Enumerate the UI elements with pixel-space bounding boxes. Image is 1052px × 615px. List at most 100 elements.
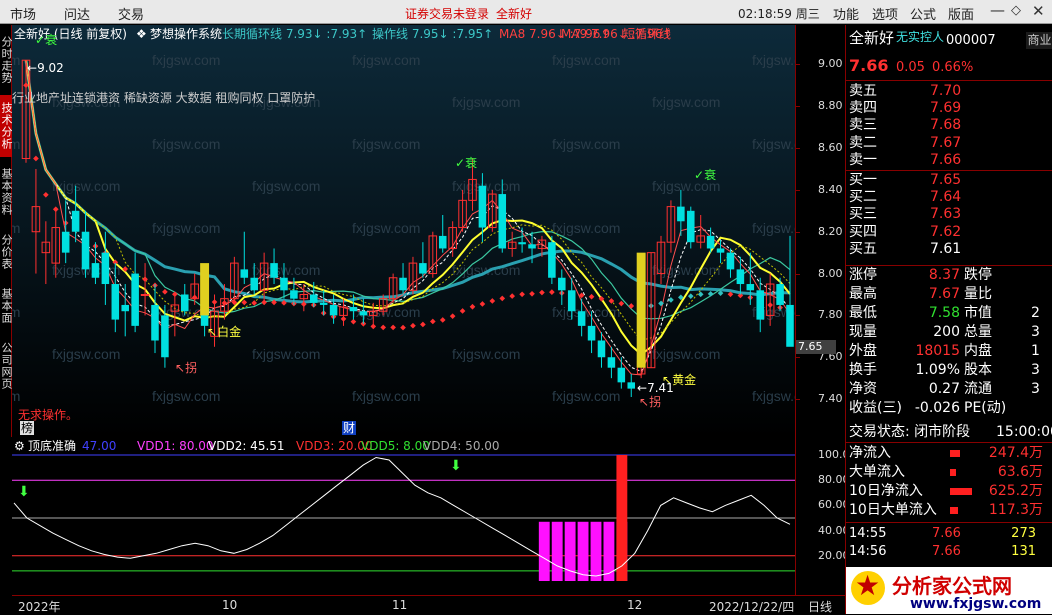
flow-label: 10日大单流入 xyxy=(849,502,937,518)
stat-value: 1.09% xyxy=(915,362,960,378)
bid-price: 7.62 xyxy=(930,223,962,240)
stat-value: 1 xyxy=(1031,343,1040,359)
ask-label: 卖五 xyxy=(849,83,877,99)
candle-body xyxy=(677,206,685,222)
candle-body xyxy=(438,235,447,249)
menu-options[interactable]: 选项 xyxy=(872,4,898,23)
system-name[interactable]: 梦想操作系统 xyxy=(150,27,222,41)
check-icon: ✓ xyxy=(694,168,705,182)
magenta-bar xyxy=(590,521,602,581)
no-operation-text: 无求操作。 xyxy=(18,408,79,422)
flow-value: 247.4万 xyxy=(988,445,1043,461)
arrow-icon: ↖ xyxy=(639,395,650,409)
tab-technical[interactable]: 技术分析 xyxy=(0,95,13,157)
main-chart[interactable]: fxjgsw.com fxjgsw.com fxjgsw.com fxjgsw.com… xyxy=(12,25,795,437)
watermark-text: fxjgsw.com xyxy=(152,52,220,68)
vdd2-line xyxy=(13,456,791,577)
menu-function[interactable]: 功能 xyxy=(833,4,859,23)
candle-body xyxy=(131,273,139,326)
stat-label: 跌停 xyxy=(964,267,992,283)
stat-value: 200 xyxy=(933,324,960,340)
candle-body xyxy=(597,340,606,358)
legend-item: 长期循环线 7.93↓ :7.93↑ xyxy=(222,27,368,41)
tab-basic-info[interactable]: 基本资料 xyxy=(0,161,13,223)
candle-body xyxy=(419,263,427,274)
tick-volume: 131 xyxy=(1011,544,1036,559)
tab-company-page[interactable]: 公司网页 xyxy=(0,335,13,397)
side-tabs: 分时走势 技术分析 基本资料 分价表 基本面 公司网页 xyxy=(0,25,13,437)
stat-label: 现量 xyxy=(849,324,877,340)
indicator-legend-item: VDD1: 80.00 xyxy=(137,439,214,453)
indicator-settings-icon[interactable]: ⚙ xyxy=(14,439,25,453)
watermark-text: fxjgsw.com xyxy=(52,346,120,362)
candle-body xyxy=(111,284,120,320)
cai-badge: 财 xyxy=(342,421,357,435)
menu-market[interactable]: 市场 xyxy=(10,4,36,23)
stat-value: 3 xyxy=(1031,324,1040,340)
bid-label: 买一 xyxy=(849,172,877,188)
stat-value: 0.27 xyxy=(928,381,960,397)
y-tick-mark xyxy=(796,357,800,359)
tick-volume: 273 xyxy=(1011,526,1036,541)
menu-layout[interactable]: 版面 xyxy=(948,4,974,23)
decline-label-1: ✓衰 xyxy=(35,33,58,47)
watermark-text: fxjgsw.com xyxy=(152,388,220,404)
menu-formula[interactable]: 公式 xyxy=(910,4,936,23)
decline-label-3: ✓衰 xyxy=(694,168,717,182)
tab-intraday[interactable]: 分时走势 xyxy=(0,29,13,91)
magenta-bar xyxy=(603,521,615,581)
watermark-text: fxjgsw.com xyxy=(452,346,520,362)
minimize-icon[interactable]: — xyxy=(990,1,1005,19)
candle-body xyxy=(627,382,636,389)
y-tick-mark xyxy=(796,399,800,401)
baijin-label: ↖白金 xyxy=(207,325,242,339)
date-label: 12 xyxy=(627,598,643,612)
candle-body xyxy=(240,269,249,278)
logo-text: 分析家公式网 xyxy=(892,574,1012,598)
ask-price: 7.67 xyxy=(930,134,962,151)
candle-body xyxy=(567,290,576,312)
y-tick: 9.00 xyxy=(818,57,843,71)
period-label[interactable]: 日线 xyxy=(808,598,832,615)
candle-body xyxy=(577,311,586,326)
stock-code: 000007 xyxy=(946,33,996,48)
candle-body xyxy=(786,304,794,347)
decline-label-2: ✓衰 xyxy=(455,156,478,170)
menu-wenda[interactable]: 问达 xyxy=(64,4,90,23)
check-icon: ✓ xyxy=(35,33,46,47)
bang-badge: 榜 xyxy=(20,421,35,435)
maximize-icon[interactable]: ◇ xyxy=(1011,3,1021,18)
indicator-panel[interactable]: ⚙ 顶底准确 47.00 VDD1: 80.00 VDD2: 45.51 VDD3: … xyxy=(12,437,795,595)
watermark-text: fxjgsw.com xyxy=(752,136,795,152)
tab-price-table[interactable]: 分价表 xyxy=(0,227,13,277)
stat-label: 换手 xyxy=(849,362,877,378)
guai-label-2: ↖拐 xyxy=(639,395,662,409)
watermark-text: fxjgsw.com xyxy=(12,388,20,404)
order-book: 卖五 7.70 卖四 7.69 卖三 7.68 卖二 7.67 卖一 7.66 买一 7.65 买二 7.… xyxy=(846,80,1052,260)
watermark-text: fxjgsw.com xyxy=(552,388,620,404)
tick-list: 14:55 7.66 273 14:56 7.66 131 xyxy=(846,522,1052,562)
flow-bar xyxy=(950,488,972,495)
stat-value: 7.67 xyxy=(928,286,960,302)
clock: 02:18:59 周三 xyxy=(738,7,820,21)
tab-fundamentals[interactable]: 基本面 xyxy=(0,281,13,331)
menu-trade[interactable]: 交易 xyxy=(118,4,144,23)
logo-star-icon: ★ xyxy=(851,569,885,605)
indicator-legend-item: 47.00 xyxy=(82,439,117,453)
indicator-title[interactable]: 顶底准确 xyxy=(28,439,76,453)
login-warning[interactable]: 证券交易未登录 xyxy=(405,5,489,22)
candle-body xyxy=(250,277,258,291)
watermark-text: fxjgsw.com xyxy=(152,220,220,236)
candle-body xyxy=(617,367,626,383)
guai-label-1: ↖拐 xyxy=(175,361,198,375)
close-icon[interactable]: ✕ xyxy=(1032,2,1045,20)
candle-body xyxy=(706,235,715,249)
date-label: 10 xyxy=(222,598,238,612)
watermark-text: fxjgsw.com xyxy=(452,94,520,110)
tick-price: 7.66 xyxy=(932,526,961,541)
candle-body xyxy=(61,231,70,253)
side-tab[interactable]: 商业 xyxy=(1026,32,1052,49)
system-icon: ❖ xyxy=(136,27,147,41)
low-price-label: ←7.41 xyxy=(637,381,674,395)
flow-label: 净流入 xyxy=(849,445,891,461)
